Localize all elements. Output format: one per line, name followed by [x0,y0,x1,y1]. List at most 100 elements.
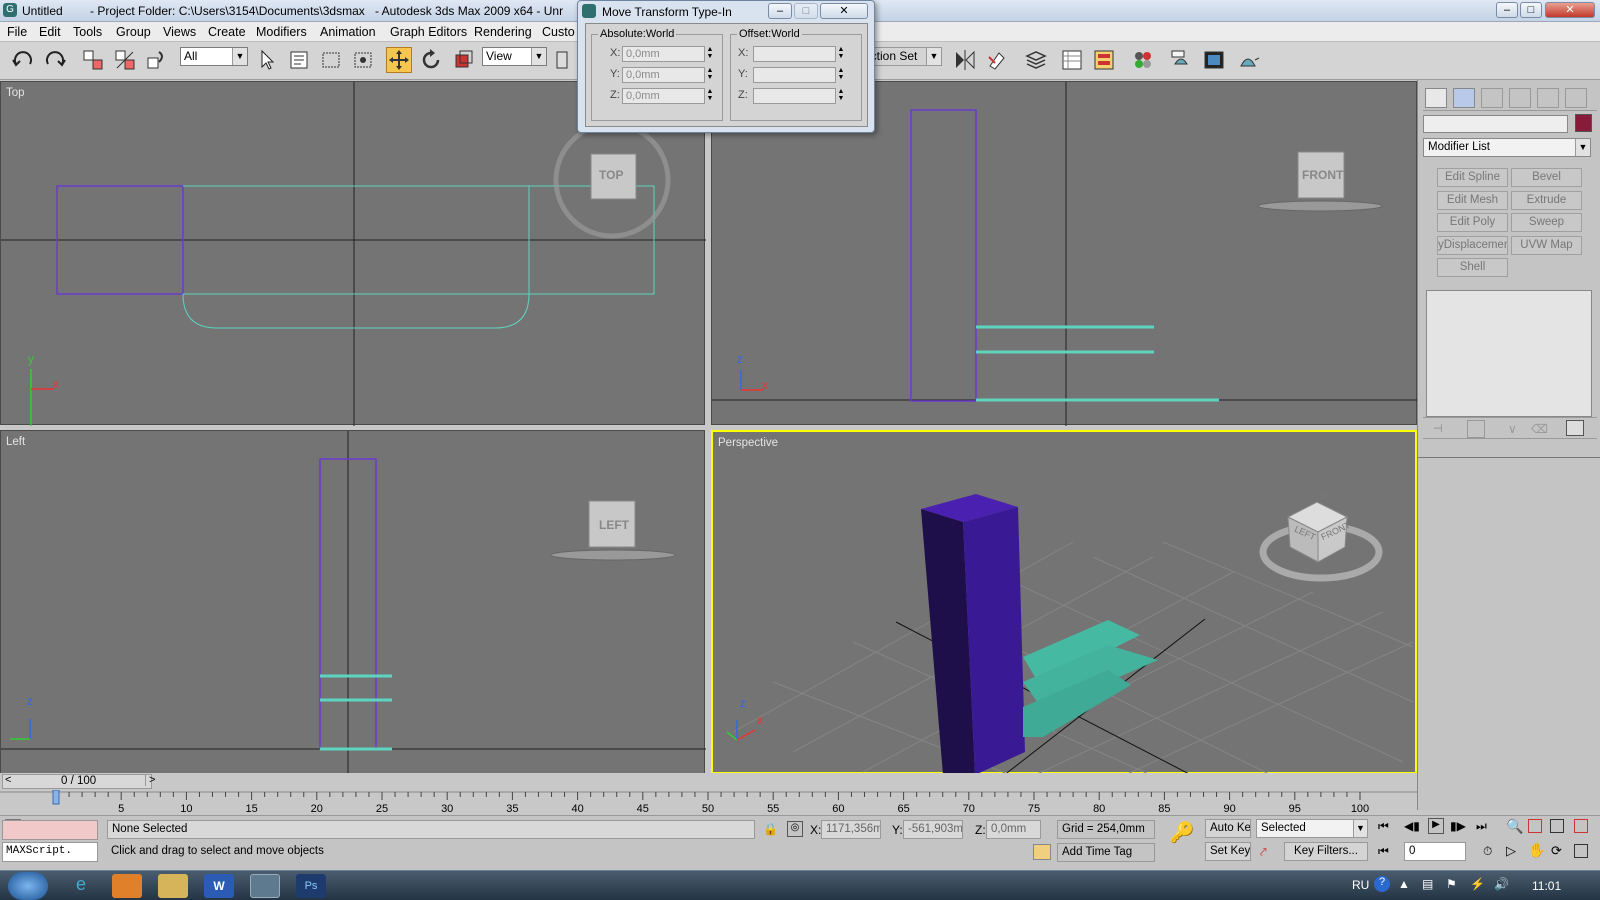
reference-coordinate-dropdown[interactable]: View ▼ [482,47,547,66]
menu-graph-editors[interactable]: Graph Editors [390,25,467,39]
box-3d[interactable] [921,494,1025,775]
pan-view-icon[interactable]: ✋ [1528,842,1545,859]
time-slider-prev-icon[interactable]: < [5,774,11,786]
key-mode-toggle-icon[interactable]: ⏮ [1378,844,1389,859]
hierarchy-tab-icon[interactable] [1481,88,1503,108]
off-y-spinner[interactable]: ▲ ▼ [753,67,844,83]
default-in-out-tangent-icon[interactable]: ⤤ [1260,845,1267,860]
unlink-selection-icon[interactable] [112,47,138,73]
key-filters-button[interactable]: Key Filters... [1284,842,1368,861]
lock-selection-icon[interactable]: 🔒 [763,822,778,836]
curve-editor-icon[interactable] [1059,47,1085,73]
object-color-swatch[interactable] [1575,114,1592,132]
time-slider[interactable]: < 0 / 100 > [2,774,155,789]
viewport-label-perspective[interactable]: Perspective [718,437,778,449]
edit-poly-button[interactable]: Edit Poly [1437,213,1508,232]
current-frame-field[interactable]: 0 [1404,842,1466,861]
previous-frame-icon[interactable]: ◀▮ [1404,819,1420,833]
plane-stack-3d[interactable] [1023,620,1158,737]
time-slider-marker[interactable] [52,790,60,805]
go-to-start-icon[interactable]: ⏮ [1378,819,1389,834]
rotate-icon[interactable] [418,47,444,73]
align-icon[interactable] [984,47,1010,73]
menu-tools[interactable]: Tools [73,25,102,39]
selection-filter-dropdown[interactable]: All ▼ [180,47,248,66]
power-icon[interactable]: ⚡ [1470,877,1485,891]
media-player-icon[interactable] [112,874,142,898]
minimize-button[interactable]: – [1496,2,1518,18]
box-outline-front[interactable] [910,109,977,402]
menu-modifiers[interactable]: Modifiers [256,25,307,39]
menu-animation[interactable]: Animation [320,25,376,39]
explorer-icon[interactable] [158,874,188,898]
internet-explorer-icon[interactable]: e [66,874,96,898]
time-tag-icon[interactable] [1033,844,1051,860]
maximize-viewport-icon[interactable] [1574,844,1588,858]
mirror-icon[interactable] [952,47,978,73]
spinner-arrows-icon[interactable]: ▲ ▼ [836,46,846,62]
spinner-arrows-icon[interactable]: ▲ ▼ [705,46,715,62]
close-button[interactable]: ✕ [1545,2,1595,18]
edit-mesh-button[interactable]: Edit Mesh [1437,191,1508,210]
menu-create[interactable]: Create [208,25,246,39]
sweep-button[interactable]: Sweep [1511,213,1582,232]
spinner-arrows-icon[interactable]: ▲ ▼ [836,67,846,83]
play-icon[interactable]: ▶ [1428,818,1444,834]
maximize-button[interactable]: □ [1520,2,1542,18]
time-slider-next-icon[interactable]: > [145,774,155,786]
select-and-link-icon[interactable] [80,47,106,73]
spinner-arrows-icon[interactable]: ▲ ▼ [836,88,846,104]
scale-icon[interactable] [450,47,476,73]
action-center-icon[interactable]: ⚑ [1446,877,1457,891]
auto-key-button[interactable]: Auto Key [1205,819,1251,838]
render-setup-icon[interactable] [1168,47,1194,73]
redo-icon[interactable] [42,47,68,73]
modify-tab-icon[interactable] [1453,88,1475,108]
pivot-center-icon[interactable] [552,47,578,73]
dialog-close-button[interactable]: ✕ [820,3,868,19]
menu-edit[interactable]: Edit [39,25,61,39]
motion-tab-icon[interactable] [1509,88,1531,108]
spinner-arrows-icon[interactable]: ▲ ▼ [705,67,715,83]
zoom-icon[interactable]: 🔍 [1506,818,1523,835]
dialog-minimize-button[interactable]: – [768,3,792,19]
rendered-frame-window-icon[interactable] [1201,47,1227,73]
select-by-name-icon[interactable] [286,47,312,73]
spinner-arrows-icon[interactable]: ▲ ▼ [705,88,715,104]
add-time-tag-button[interactable]: Add Time Tag [1057,843,1155,862]
undo-icon[interactable] [10,47,36,73]
menu-file[interactable]: File [7,25,27,39]
viewport-label-top[interactable]: Top [6,87,25,99]
window-crossing-icon[interactable] [350,47,376,73]
menu-views[interactable]: Views [163,25,196,39]
dialog-maximize-button[interactable]: □ [794,3,818,19]
viewport-perspective[interactable]: Perspective TOP LEFT FRONT z x [711,430,1417,776]
off-z-spinner[interactable]: ▲ ▼ [753,88,844,104]
material-editor-icon[interactable] [1130,47,1156,73]
abs-z-spinner[interactable]: 0,0mm ▲ ▼ [622,88,713,104]
displacement-button[interactable]: yDisplacement [1437,236,1508,255]
set-key-icon[interactable]: 🔑 [1168,820,1196,860]
coord-y-field[interactable]: -561,903m [903,820,963,839]
viewcube-top-face[interactable]: TOP [599,168,623,182]
word-icon[interactable]: W [204,874,234,898]
field-of-view-icon[interactable]: ▷ [1506,843,1516,859]
zoom-all-icon[interactable] [1528,819,1542,833]
help-icon[interactable]: ? [1374,876,1390,892]
tray-arrow-icon[interactable]: ▲ [1398,877,1410,891]
3dsmax-taskbar-icon[interactable] [250,874,280,898]
network-icon[interactable]: ▤ [1422,877,1433,891]
extrude-button[interactable]: Extrude [1511,191,1582,210]
viewcube-perspective[interactable] [1259,501,1383,582]
rectangular-selection-icon[interactable] [318,47,344,73]
start-button[interactable] [8,872,48,900]
off-x-spinner[interactable]: ▲ ▼ [753,46,844,62]
viewcube-front-face[interactable]: FRONT [1302,168,1343,182]
configure-modifier-sets-icon[interactable] [1566,420,1584,436]
language-indicator[interactable]: RU [1352,878,1369,892]
key-mode-dropdown[interactable]: Selected ▼ [1256,819,1368,838]
utilities-tab-icon[interactable] [1565,88,1587,108]
edit-spline-button[interactable]: Edit Spline [1437,168,1508,187]
shell-button[interactable]: Shell [1437,258,1508,277]
viewport-left[interactable]: Left LEFT z [0,430,706,775]
